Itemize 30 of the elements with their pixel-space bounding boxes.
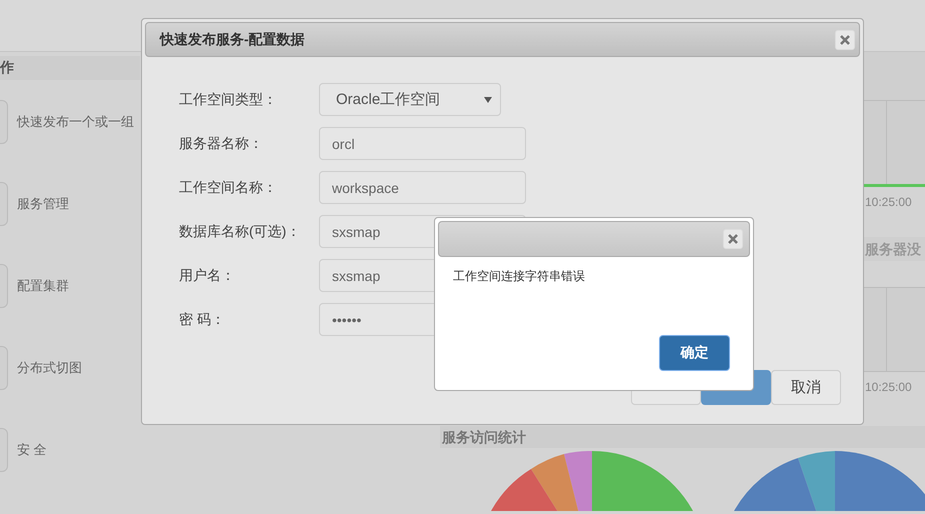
sidebar-item[interactable]: 安 全 (17, 441, 47, 459)
input-field[interactable]: orcl (319, 127, 526, 160)
close-button[interactable] (835, 30, 855, 50)
dialog-button[interactable]: 取消 (771, 370, 841, 405)
workspace-type-dropdown[interactable]: Oracle工作空间 (319, 83, 501, 116)
sidebar-icon (0, 346, 8, 390)
field-label: 工作空间名称： (179, 178, 278, 196)
input-field[interactable]: workspace (319, 171, 526, 204)
close-icon (728, 234, 738, 244)
sidebar-icon (0, 182, 8, 226)
axis-label: 10:25:00 (865, 195, 912, 209)
caret-icon (484, 96, 492, 102)
field-label: 用户名： (179, 266, 236, 284)
sidebar-item[interactable]: 配置集群 (17, 277, 69, 295)
sidebar-icon (0, 100, 8, 144)
field-label: 密 码： (179, 310, 226, 328)
axis-label: 10:25:00 (865, 380, 912, 394)
field-label: 服务器名称： (179, 134, 264, 152)
sidebar-icon (0, 428, 8, 472)
close-button[interactable] (723, 229, 743, 249)
sidebar-icon (0, 264, 8, 308)
field-label: 数据库名称(可选)： (179, 222, 302, 240)
sidebar-item[interactable]: 快速发布一个或一组 (17, 113, 134, 131)
field-label: 工作空间类型： (179, 90, 278, 108)
close-icon (840, 34, 850, 44)
dialog-title: 快速发布服务-配置数据 (160, 30, 305, 48)
section-title: 服务访问统计 (442, 428, 526, 447)
ok-button[interactable]: 确定 (659, 335, 730, 371)
sidebar-item[interactable]: 分布式切图 (17, 359, 82, 377)
sidebar-item[interactable]: 服务管理 (17, 195, 69, 213)
